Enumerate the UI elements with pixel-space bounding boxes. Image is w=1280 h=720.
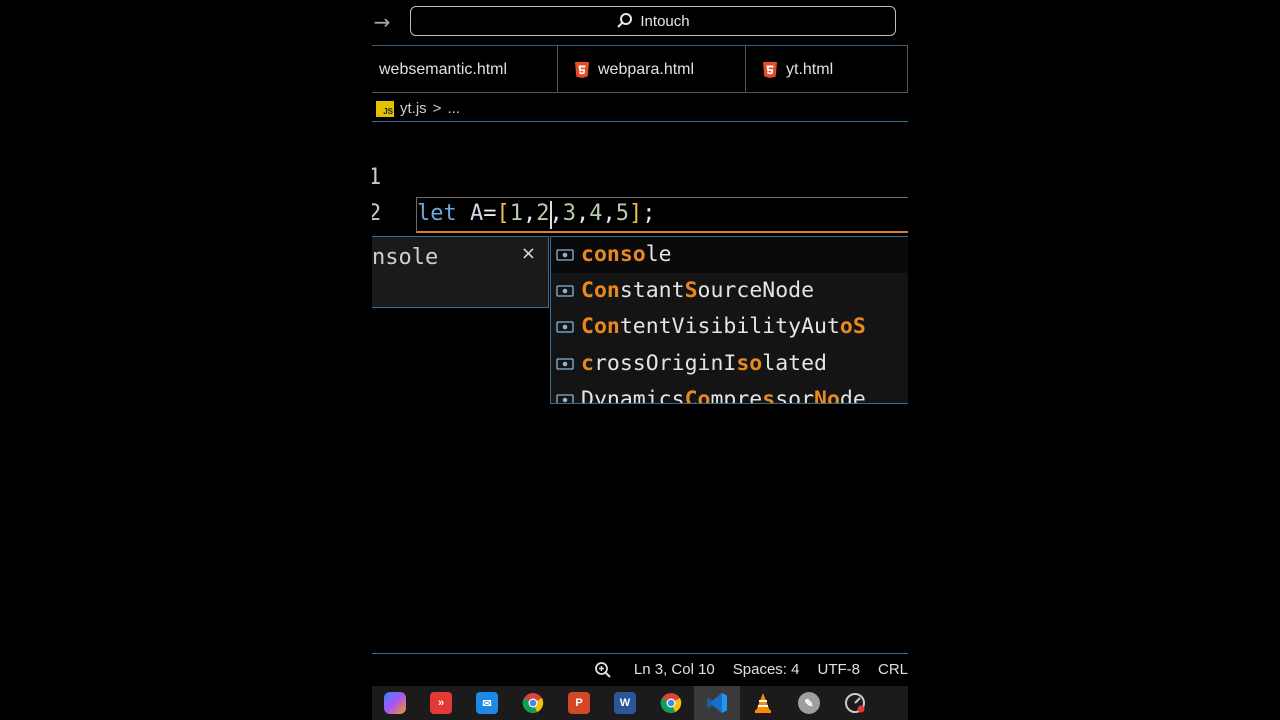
paint-icon[interactable]: ✎	[786, 686, 832, 720]
text-caret	[550, 201, 552, 229]
operator: =	[483, 201, 497, 226]
copilot-icon[interactable]	[372, 686, 418, 720]
suggestion-item[interactable]: crossOriginIsolated	[551, 346, 908, 382]
close-icon[interactable]: ×	[521, 243, 536, 264]
suggestion-label: ContentVisibilityAutoS	[581, 314, 866, 339]
chrome-icon[interactable]	[648, 686, 694, 720]
tab-websemantic[interactable]: websemantic.html	[372, 45, 558, 93]
variable-icon	[555, 393, 575, 403]
html5-icon	[763, 61, 777, 78]
powerpoint-icon[interactable]: P	[556, 686, 602, 720]
number: 3	[562, 201, 576, 226]
vlc-icon[interactable]	[740, 686, 786, 720]
suggestion-list[interactable]: console ConstantSourceNode ContentVisibi…	[550, 236, 908, 404]
code-line-2[interactable]: 2 for(a of A){	[372, 160, 578, 263]
breadcrumb-more[interactable]: ...	[447, 100, 460, 117]
encoding[interactable]: UTF-8	[817, 661, 860, 678]
vscode-icon[interactable]	[694, 686, 740, 720]
number: 1	[509, 201, 523, 226]
html5-icon	[575, 61, 589, 78]
js-file-icon: JS	[376, 100, 394, 117]
app-window: → Intouch websemantic.html webpara.html …	[372, 0, 908, 720]
line-ending[interactable]: CRL	[878, 661, 908, 678]
back-arrow-icon[interactable]: →	[372, 10, 392, 34]
bracket: ]	[629, 201, 643, 226]
variable-icon	[555, 320, 575, 334]
suggestion-label: console	[581, 242, 672, 267]
suggestion-item[interactable]: ConstantSourceNode	[551, 273, 908, 309]
suggestion-label: DynamicsCompressorNode	[581, 387, 866, 404]
variable-icon	[555, 357, 575, 371]
search-icon	[617, 13, 633, 28]
zoom-icon[interactable]	[594, 661, 612, 679]
semicolon: ;	[642, 201, 656, 226]
search-text: Intouch	[640, 12, 690, 30]
breadcrumb-file[interactable]: yt.js	[400, 100, 427, 117]
hint-text: nsole	[372, 245, 439, 270]
code-editor[interactable]: 1 let A=[1,2,3,4,5]; 2 for(a of A){ 3 co…	[372, 124, 908, 299]
taskbar: » ✉ P W ✎	[372, 686, 908, 720]
settings-icon[interactable]	[832, 686, 878, 720]
media-app-icon[interactable]: »	[418, 686, 464, 720]
variable-icon	[555, 248, 575, 262]
bracket: [	[496, 201, 510, 226]
cursor-position[interactable]: Ln 3, Col 10	[634, 661, 715, 678]
tab-yt-html[interactable]: yt.html	[746, 45, 908, 93]
code-line-1[interactable]: 1 let A=[1,2,3,4,5];	[372, 124, 656, 226]
number: 2	[536, 201, 550, 226]
suggestion-item[interactable]: ContentVisibilityAutoS	[551, 309, 908, 345]
tab-webpara[interactable]: webpara.html	[558, 45, 746, 93]
indentation[interactable]: Spaces: 4	[733, 661, 800, 678]
breadcrumb-separator: >	[432, 100, 442, 117]
tab-label: webpara.html	[598, 60, 695, 78]
variable-icon	[555, 284, 575, 298]
suggestion-item[interactable]: DynamicsCompressorNode	[551, 382, 908, 404]
editor-tabs: websemantic.html webpara.html yt.html	[372, 45, 908, 93]
mail-icon[interactable]: ✉	[464, 686, 510, 720]
tab-label: websemantic.html	[379, 60, 508, 78]
suggestion-label: ConstantSourceNode	[581, 278, 815, 303]
number: 5	[615, 201, 629, 226]
chrome-icon[interactable]	[510, 686, 556, 720]
tab-label: yt.html	[786, 60, 834, 78]
parameter-hint-widget: nsole ×	[372, 236, 549, 308]
code-line-3[interactable]: 3 conso	[372, 197, 542, 299]
identifier: A	[470, 201, 484, 226]
command-search-box[interactable]: Intouch	[410, 6, 896, 36]
status-bar: Ln 3, Col 10 Spaces: 4 UTF-8 CRL	[372, 653, 908, 685]
suggestion-item[interactable]: console	[551, 237, 908, 273]
word-icon[interactable]: W	[602, 686, 648, 720]
suggestion-label: crossOriginIsolated	[581, 351, 827, 376]
number: 4	[589, 201, 603, 226]
breadcrumb: JS yt.js > ...	[372, 96, 908, 122]
